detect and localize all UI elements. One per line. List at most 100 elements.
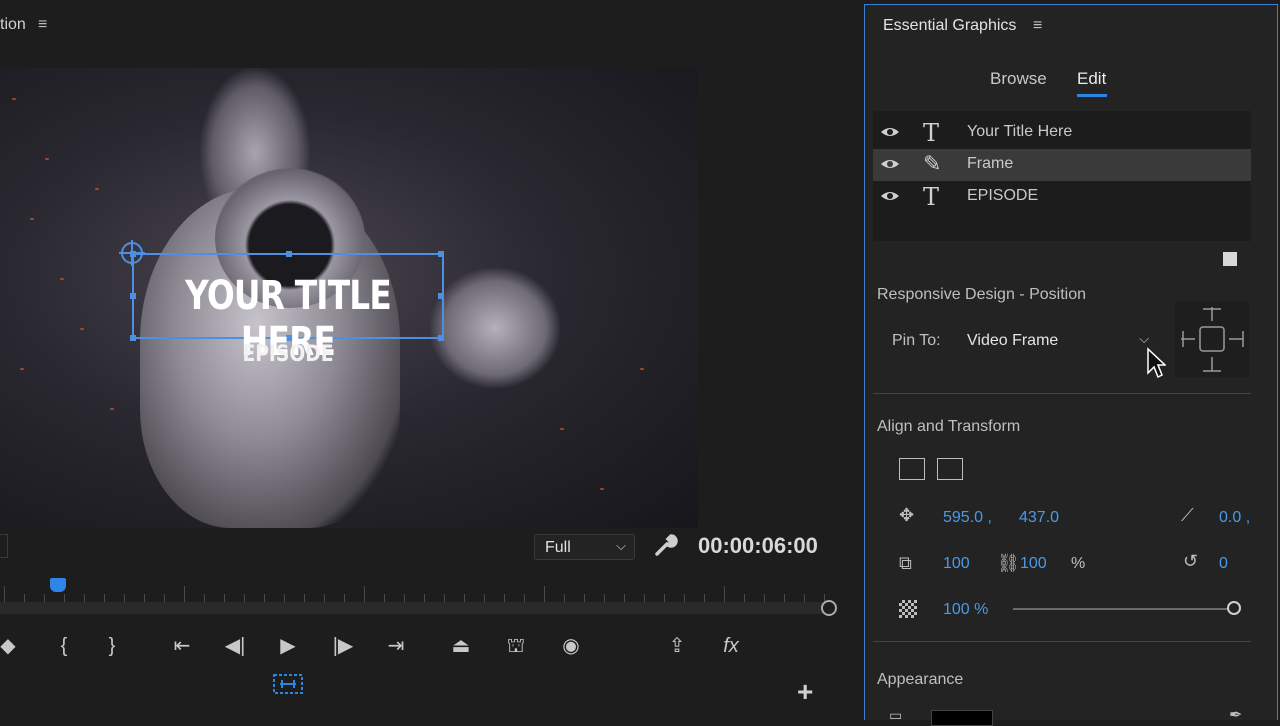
ruler-tick <box>644 594 645 602</box>
ruler-tick <box>184 586 185 602</box>
ruler-tick <box>4 586 5 602</box>
layer-row-your-title-here[interactable]: T Your Title Here <box>873 117 1251 149</box>
wrench-icon[interactable] <box>653 532 679 558</box>
pin-to-select[interactable]: Video Frame ⌵ <box>957 327 1153 355</box>
astronaut-hand-image <box>430 268 560 388</box>
ruler-tick <box>164 594 165 602</box>
ruler-tick <box>724 586 725 602</box>
layer-row-frame[interactable]: ✎ Frame <box>873 149 1251 181</box>
text-layer-icon: T <box>923 119 940 147</box>
tab-browse[interactable]: Browse <box>990 69 1047 89</box>
scale-height-value[interactable]: 100 <box>1020 555 1047 573</box>
align-vertical-center-icon[interactable] <box>937 458 963 480</box>
align-horizontal-center-icon[interactable] <box>899 458 925 480</box>
ruler-tick <box>144 594 145 602</box>
responsive-design-heading: Responsive Design - Position <box>877 286 1086 303</box>
mark-in-button[interactable]: { <box>52 630 76 662</box>
ruler-tick <box>564 594 565 602</box>
fill-color-swatch[interactable] <box>931 710 993 726</box>
go-to-in-button[interactable]: ⇤ <box>166 630 198 662</box>
ruler-tick <box>284 594 285 602</box>
opacity-slider-knob[interactable] <box>1227 601 1241 615</box>
opacity-value[interactable]: 100 % <box>943 601 988 619</box>
ruler-tick <box>604 594 605 602</box>
eye-icon[interactable] <box>880 158 900 170</box>
align-transform-heading: Align and Transform <box>877 418 1021 435</box>
play-button[interactable]: ▶ <box>274 630 302 662</box>
ruler-tick <box>764 594 765 602</box>
fit-control-stub[interactable] <box>0 534 8 558</box>
time-ruler[interactable] <box>0 578 830 602</box>
ruler-tick <box>264 594 265 602</box>
ruler-tick <box>784 594 785 602</box>
ruler-tick <box>84 594 85 602</box>
trim-mode-icon[interactable] <box>272 672 304 696</box>
panel-menu-icon[interactable]: ≡ <box>1033 17 1042 35</box>
ruler-tick <box>544 586 545 602</box>
ruler-tick <box>404 594 405 602</box>
ruler-tick <box>104 594 105 602</box>
anchor-point-icon[interactable] <box>119 240 145 266</box>
lift-button[interactable]: ⏏ <box>444 630 478 662</box>
active-tab-indicator <box>1077 94 1107 97</box>
unlinked-chain-icon[interactable]: ⛓ <box>997 553 1020 574</box>
layer-list: T Your Title Here ✎ Frame T EPISODE <box>873 111 1251 241</box>
title-bounding-box[interactable]: YOUR TITLE HERE <box>130 251 444 365</box>
layer-row-episode[interactable]: T EPISODE <box>873 181 1251 213</box>
eye-icon[interactable] <box>880 190 900 202</box>
layer-label: EPISODE <box>967 187 1039 204</box>
zoom-select[interactable]: Full ⌵ <box>534 534 635 560</box>
fill-checkbox-icon[interactable]: ▭ <box>889 707 902 724</box>
chevron-down-icon: ⌵ <box>616 538 626 553</box>
new-layer-icon[interactable] <box>1223 252 1237 266</box>
mark-out-button[interactable]: } <box>100 630 124 662</box>
eye-icon[interactable] <box>880 126 900 138</box>
monitor-menu-icon[interactable]: ≡ <box>38 16 47 34</box>
video-episode-text: EPISODE <box>242 342 334 367</box>
ruler-tick <box>584 594 585 602</box>
ruler-tick <box>244 594 245 602</box>
playhead-timecode[interactable]: 00:00:06:00 <box>698 533 818 559</box>
scrub-bar[interactable] <box>0 602 830 614</box>
export-frame-button[interactable]: ◉ <box>556 630 586 662</box>
button-editor-add-button[interactable]: + <box>797 676 813 708</box>
position-x-value[interactable]: 595.0 , <box>943 509 992 527</box>
opacity-slider-track[interactable] <box>1013 608 1235 610</box>
pin-edges-widget[interactable] <box>1175 301 1249 377</box>
extract-button[interactable]: ⛫ <box>498 630 534 662</box>
divider <box>873 641 1251 642</box>
playhead-marker[interactable] <box>50 578 66 592</box>
scale-width-value[interactable]: 100 <box>943 555 970 573</box>
ruler-tick <box>24 594 25 602</box>
text-layer-icon: T <box>923 183 940 211</box>
ruler-tick <box>804 594 805 602</box>
fx-button[interactable]: fx <box>718 630 744 662</box>
layer-label: Your Title Here <box>967 123 1073 140</box>
eyedropper-icon[interactable]: ✒ <box>1229 705 1242 725</box>
pin-to-value: Video Frame <box>967 332 1059 349</box>
ruler-tick <box>64 594 65 602</box>
rotation-value[interactable]: 0 <box>1219 555 1228 573</box>
go-to-out-button[interactable]: ⇥ <box>380 630 412 662</box>
video-frame[interactable]: YOUR TITLE HERE EPISODE <box>0 68 698 528</box>
scale-icon: ⧉ <box>899 553 912 573</box>
end-zoom-handle[interactable] <box>821 600 837 616</box>
divider <box>873 393 1251 394</box>
ruler-tick <box>424 594 425 602</box>
position-y-value[interactable]: 437.0 <box>1019 509 1059 527</box>
position-move-icon: ✥ <box>899 505 915 525</box>
ruler-tick <box>204 594 205 602</box>
ruler-tick <box>444 594 445 602</box>
ruler-tick <box>504 594 505 602</box>
anchor-value[interactable]: 0.0 , <box>1219 509 1250 527</box>
appearance-heading: Appearance <box>877 671 964 688</box>
step-forward-button[interactable]: |▶ <box>330 630 356 662</box>
program-monitor: tion ≡ YOUR TITLE HERE EPISODE Full ⌵ 00… <box>0 0 862 720</box>
insert-button[interactable]: ⇪ <box>662 630 692 662</box>
step-back-button[interactable]: ◀| <box>222 630 248 662</box>
ruler-tick <box>464 594 465 602</box>
tab-edit[interactable]: Edit <box>1077 69 1106 89</box>
ruler-tick <box>624 594 625 602</box>
ruler-tick <box>224 594 225 602</box>
add-marker-button[interactable]: ◆ <box>0 630 16 662</box>
